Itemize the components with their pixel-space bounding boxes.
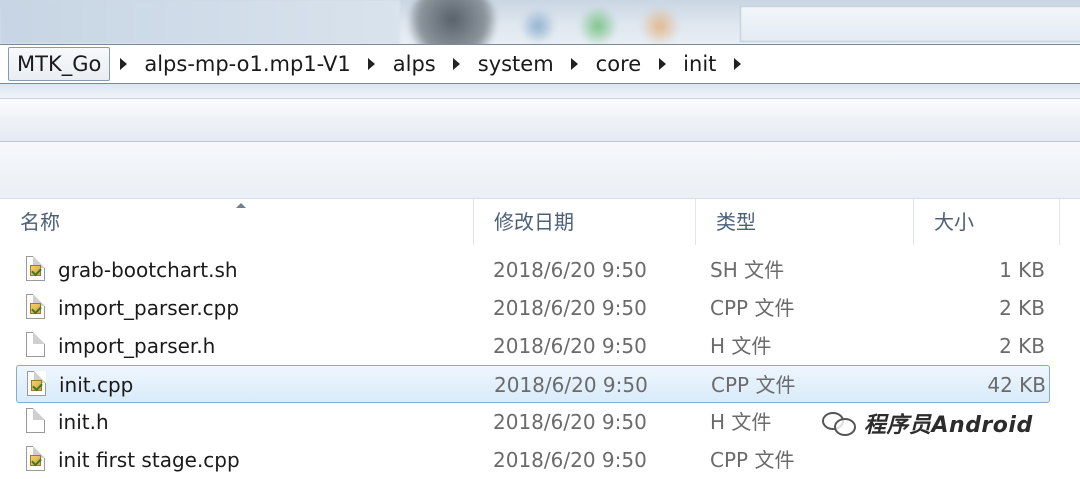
watermark: 程序员Android	[822, 403, 1039, 443]
browser-url-bar	[740, 6, 1080, 42]
toolbar-spacer	[0, 142, 1080, 199]
file-type: H 文件	[710, 410, 772, 434]
breadcrumb-item[interactable]: alps	[385, 46, 444, 82]
refresh-icon	[578, 6, 618, 44]
file-date: 2018/6/20 9:50	[494, 373, 648, 397]
chevron-right-icon[interactable]	[649, 46, 675, 82]
sort-ascending-icon	[236, 203, 246, 208]
window-title-strip	[0, 0, 1080, 44]
breadcrumb-item[interactable]: system	[470, 46, 562, 82]
file-name: import_parser.h	[58, 334, 216, 358]
script-file-icon	[26, 256, 45, 281]
breadcrumb-item[interactable]: alps-mp-o1.mp1-V1	[136, 46, 358, 82]
back-icon	[520, 8, 556, 44]
chevron-right-icon[interactable]	[359, 46, 385, 82]
file-name: grab-bootchart.sh	[58, 258, 238, 282]
file-size	[916, 441, 1045, 479]
file-name: import_parser.cpp	[58, 296, 240, 320]
breadcrumb[interactable]: MTK_Go alps-mp-o1.mp1-V1 alps system cor…	[0, 44, 1080, 84]
column-header-date-label: 修改日期	[494, 210, 574, 234]
file-name: init first stage.cpp	[58, 448, 240, 472]
file-size: 1 KB	[999, 258, 1045, 282]
breadcrumb-item-root[interactable]: MTK_Go	[8, 47, 111, 81]
file-type: CPP 文件	[711, 373, 796, 397]
file-date: 2018/6/20 9:50	[493, 296, 647, 320]
file-date: 2018/6/20 9:50	[493, 448, 647, 472]
file-date: 2018/6/20 9:50	[493, 410, 647, 434]
blank-file-icon	[26, 408, 45, 433]
blank-file-icon	[26, 332, 45, 357]
column-header-name[interactable]: 名称	[0, 199, 474, 245]
file-size: 2 KB	[999, 334, 1045, 358]
file-type: CPP 文件	[710, 296, 795, 320]
watermark-text: 程序员Android	[864, 413, 1033, 438]
wechat-icon	[822, 410, 856, 436]
file-size: 42 KB	[987, 373, 1046, 397]
column-header-type[interactable]: 类型	[696, 199, 914, 245]
file-row[interactable]: init first stage.cpp 2018/6/20 9:50 CPP …	[16, 441, 1050, 479]
file-name: init.h	[58, 410, 109, 434]
chevron-right-icon[interactable]	[724, 46, 750, 82]
file-row[interactable]: import_parser.h 2018/6/20 9:50 H 文件 2 KB	[16, 327, 1050, 365]
file-size: 2 KB	[999, 296, 1045, 320]
file-date: 2018/6/20 9:50	[493, 334, 647, 358]
chevron-right-icon[interactable]	[562, 46, 588, 82]
chevron-right-icon[interactable]	[110, 46, 136, 82]
file-row[interactable]: grab-bootchart.sh 2018/6/20 9:50 SH 文件 1…	[16, 251, 1050, 289]
toolbar-divider	[0, 84, 1080, 99]
column-header-size[interactable]: 大小	[914, 199, 1060, 245]
column-header-row: 名称 修改日期 类型 大小	[0, 199, 1080, 245]
file-row[interactable]: import_parser.cpp 2018/6/20 9:50 CPP 文件 …	[16, 289, 1050, 327]
file-type: H 文件	[710, 334, 772, 358]
file-type: SH 文件	[710, 258, 785, 282]
cpp-file-icon	[27, 371, 46, 396]
cpp-file-icon	[26, 294, 45, 319]
chevron-right-icon[interactable]	[444, 46, 470, 82]
column-header-date[interactable]: 修改日期	[474, 199, 696, 245]
command-toolbar	[0, 99, 1080, 142]
column-header-size-label: 大小	[934, 210, 974, 234]
forward-icon	[640, 6, 680, 44]
file-date: 2018/6/20 9:50	[493, 258, 647, 282]
file-row-selected[interactable]: init.cpp 2018/6/20 9:50 CPP 文件 42 KB	[16, 365, 1050, 403]
column-header-name-label: 名称	[20, 210, 60, 234]
column-header-type-label: 类型	[716, 210, 756, 234]
cpp-file-icon	[26, 446, 45, 471]
file-name: init.cpp	[59, 373, 134, 397]
file-type: CPP 文件	[710, 448, 795, 472]
breadcrumb-item[interactable]: core	[588, 46, 650, 82]
breadcrumb-item-current[interactable]: init	[675, 46, 724, 82]
